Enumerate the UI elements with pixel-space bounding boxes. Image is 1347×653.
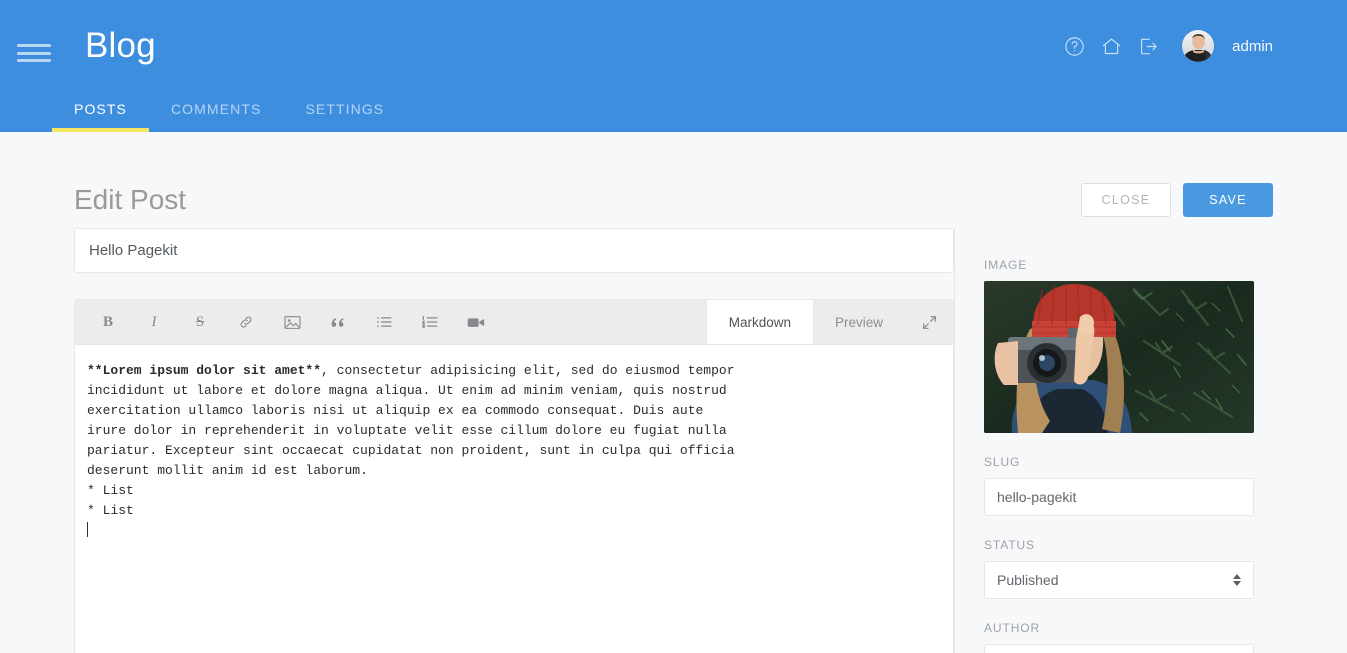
author-select[interactable]: admin [984,644,1254,653]
markdown-mode-tab[interactable]: Markdown [706,300,813,344]
markdown-editor: B I S Markdown Preview **Lorem ipsum dol… [74,299,954,653]
hamburger-line [17,44,51,47]
hamburger-menu-icon[interactable] [17,44,51,62]
page-content: Edit Post CLOSE SAVE B I [0,132,1347,653]
markdown-content: **Lorem ipsum dolor sit amet**, consecte… [87,361,737,541]
status-label: STATUS [984,538,1035,552]
editor-column: B I S [74,228,954,653]
expand-fullscreen-icon[interactable] [905,300,953,344]
save-button[interactable]: SAVE [1183,183,1273,217]
post-title-input[interactable] [74,228,954,273]
main-nav-tabs: POSTS COMMENTS SETTINGS [0,102,406,132]
image-icon[interactable] [269,300,315,344]
status-select-wrapper: Published [984,561,1254,599]
markdown-bold-span: **Lorem ipsum dolor sit amet** [87,363,322,378]
app-brand-title: Blog [85,26,156,65]
hamburger-line [17,51,51,55]
status-field-group: STATUS Published [984,538,1273,599]
author-select-wrapper: admin [984,644,1254,653]
status-select[interactable]: Published [984,561,1254,599]
post-meta-sidebar: IMAGE SLUG hello-pagekit STATUS Publishe… [954,228,1347,653]
header-top-row: Blog admin [0,0,1347,96]
tab-settings[interactable]: SETTINGS [283,102,406,132]
italic-glyph: I [151,313,157,330]
logout-icon[interactable] [1137,35,1160,58]
app-header: Blog admin POSTS COMMENTS SETTINGS [0,0,1347,132]
strikethrough-icon[interactable]: S [177,300,223,344]
italic-icon[interactable]: I [131,300,177,344]
help-icon[interactable] [1063,35,1086,58]
strikethrough-glyph: S [195,313,205,330]
editor-and-sidebar: B I S [0,228,1347,653]
bold-glyph: B [102,313,113,330]
author-label: AUTHOR [984,621,1041,635]
tab-comments[interactable]: COMMENTS [149,102,283,132]
home-icon[interactable] [1100,35,1123,58]
page-actions: CLOSE SAVE [1081,183,1273,217]
username-label: admin [1232,37,1273,55]
avatar[interactable] [1182,30,1215,62]
featured-image[interactable] [984,281,1254,433]
bold-icon[interactable]: B [85,300,131,344]
image-field-group: IMAGE [984,258,1273,433]
video-icon[interactable] [453,300,499,344]
hamburger-line [17,59,51,62]
blockquote-icon[interactable] [315,300,361,344]
image-label: IMAGE [984,258,1028,272]
author-field-group: AUTHOR admin [984,621,1273,653]
ordered-list-icon[interactable] [407,300,453,344]
page-header-row: Edit Post CLOSE SAVE [0,132,1347,228]
link-icon[interactable] [223,300,269,344]
editor-mode-switch: Markdown Preview [706,300,953,344]
editor-toolbar: B I S Markdown Preview [75,300,953,345]
page-title: Edit Post [74,184,187,215]
slug-input[interactable] [984,478,1254,516]
unordered-list-icon[interactable] [361,300,407,344]
header-user-area: admin [1063,30,1273,62]
editor-toolbar-buttons: B I S [75,300,499,344]
markdown-textarea[interactable]: **Lorem ipsum dolor sit amet**, consecte… [75,345,953,653]
slug-label: SLUG [984,455,1021,469]
text-cursor [87,522,88,537]
close-button[interactable]: CLOSE [1081,183,1171,217]
preview-mode-tab[interactable]: Preview [813,300,905,344]
markdown-rest-span: , consectetur adipisicing elit, sed do e… [87,363,735,518]
slug-field-group: SLUG [984,455,1273,516]
tab-posts[interactable]: POSTS [52,102,149,132]
